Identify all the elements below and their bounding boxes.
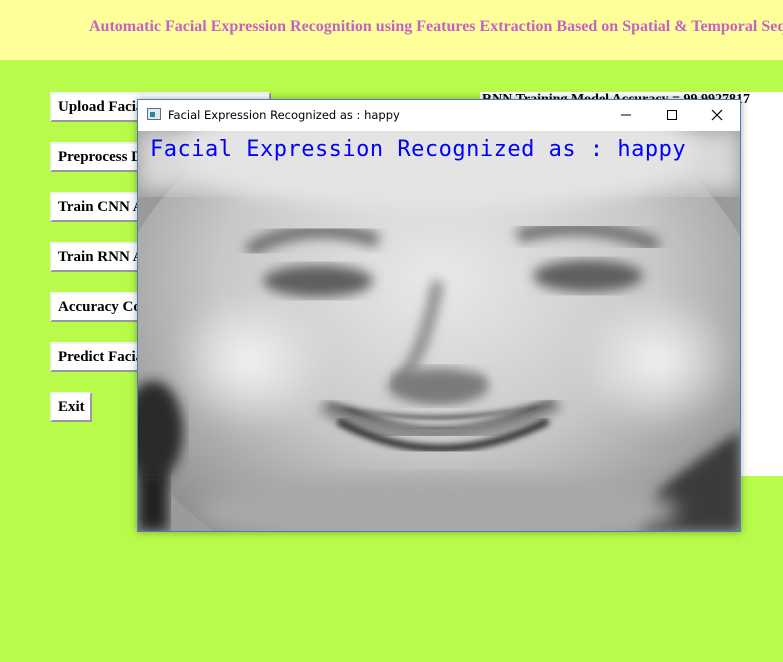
app-title-bar: Automatic Facial Expression Recognition … (0, 0, 783, 60)
exit-button[interactable]: Exit (50, 392, 92, 422)
recognized-expression-label: Facial Expression Recognized as : happy (150, 137, 687, 162)
result-window-titlebar[interactable]: Facial Expression Recognized as : happy (138, 100, 740, 131)
window-app-icon (147, 108, 161, 120)
maximize-button[interactable] (649, 100, 695, 130)
result-window[interactable]: Facial Expression Recognized as : happy (137, 99, 741, 532)
result-window-title: Facial Expression Recognized as : happy (168, 108, 400, 122)
close-button[interactable] (694, 100, 740, 130)
minimize-icon (621, 114, 631, 116)
close-icon (711, 109, 723, 121)
maximize-icon (667, 110, 677, 120)
face-image: Facial Expression Recognized as : happy (138, 131, 740, 531)
face-photo (138, 131, 740, 531)
app-title: Automatic Facial Expression Recognition … (89, 18, 783, 35)
minimize-button[interactable] (603, 100, 649, 130)
